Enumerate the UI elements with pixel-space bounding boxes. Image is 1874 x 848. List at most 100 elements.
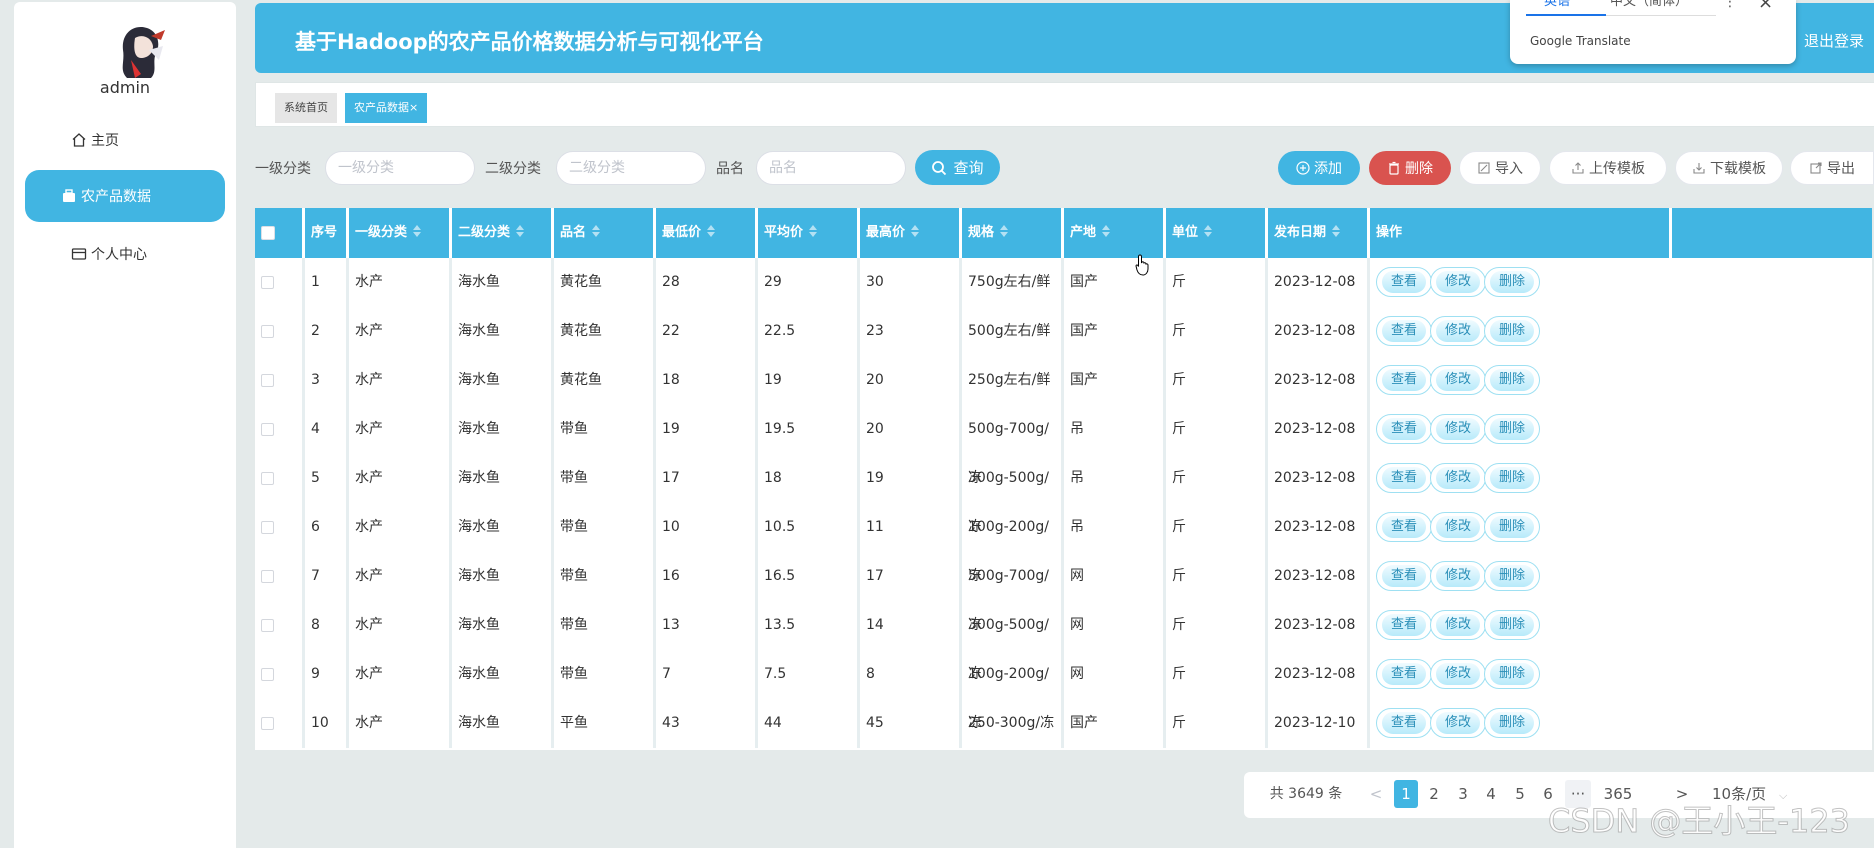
upload-template-button[interactable]: 上传模板	[1549, 151, 1667, 185]
remove-button-label: 删除	[1490, 712, 1534, 734]
translate-tab-source[interactable]: 英语	[1544, 0, 1570, 9]
table-cell: 带鱼	[554, 552, 656, 601]
remove-button[interactable]: 删除	[1484, 659, 1540, 689]
column-header[interactable]: 发布日期	[1268, 208, 1370, 258]
column-header[interactable]: 二级分类	[452, 208, 554, 258]
view-button[interactable]: 查看	[1376, 659, 1432, 689]
view-button[interactable]: 查看	[1376, 365, 1432, 395]
trash-icon	[1387, 161, 1401, 175]
row-checkbox[interactable]	[261, 276, 274, 289]
tab-products[interactable]: 农产品数据×	[345, 93, 428, 123]
import-button[interactable]: 导入	[1459, 151, 1541, 185]
remove-button[interactable]: 删除	[1484, 414, 1540, 444]
category2-input[interactable]	[556, 151, 706, 185]
table-row: 6 水产 海水鱼 带鱼 10 10.5 11 100g-200g/冻吊斤 2023-12-08 查…	[255, 503, 1872, 584]
sort-caret-icon[interactable]	[1332, 224, 1341, 237]
edit-button[interactable]: 修改	[1430, 414, 1486, 444]
edit-button[interactable]: 修改	[1430, 316, 1486, 346]
export-button[interactable]: 导出	[1790, 151, 1874, 185]
sort-caret-icon[interactable]	[516, 224, 525, 237]
row-checkbox[interactable]	[261, 619, 274, 632]
view-button[interactable]: 查看	[1376, 316, 1432, 346]
column-header[interactable]: 产地	[1064, 208, 1166, 258]
view-button[interactable]: 查看	[1376, 610, 1432, 640]
sort-caret-icon[interactable]	[809, 224, 818, 237]
sidebar-item-home[interactable]: 主页	[25, 114, 225, 166]
select-all-checkbox[interactable]	[261, 226, 275, 240]
sidebar-item-products[interactable]: 农产品数据	[25, 170, 225, 222]
view-button[interactable]: 查看	[1376, 463, 1432, 493]
row-select-cell	[255, 552, 305, 601]
sort-caret-icon[interactable]	[592, 224, 601, 237]
remove-button[interactable]: 删除	[1484, 561, 1540, 591]
view-button[interactable]: 查看	[1376, 414, 1432, 444]
row-checkbox[interactable]	[261, 423, 274, 436]
column-header[interactable]: 规格	[962, 208, 1064, 258]
column-header[interactable]: 平均价	[758, 208, 860, 258]
remove-button[interactable]: 删除	[1484, 267, 1540, 297]
edit-button[interactable]: 修改	[1430, 512, 1486, 542]
download-template-button[interactable]: 下载模板	[1675, 151, 1783, 185]
remove-button[interactable]: 删除	[1484, 610, 1540, 640]
column-header[interactable]: 最高价	[860, 208, 962, 258]
table-row: 2 水产 海水鱼 黄花鱼 22 22.5 23 500g左右/鲜 国产斤 2023-12-08 查看…	[255, 307, 1872, 356]
edit-button[interactable]: 修改	[1430, 610, 1486, 640]
edit-button[interactable]: 修改	[1430, 463, 1486, 493]
query-button[interactable]: 查询	[915, 150, 1000, 185]
column-header[interactable]: 单位	[1166, 208, 1268, 258]
page-button[interactable]: 1	[1394, 780, 1418, 808]
prev-page-button[interactable]: <	[1364, 780, 1388, 808]
page-button[interactable]: 4	[1479, 780, 1503, 808]
remove-button[interactable]: 删除	[1484, 463, 1540, 493]
edit-button[interactable]: 修改	[1430, 561, 1486, 591]
row-checkbox[interactable]	[261, 374, 274, 387]
sort-caret-icon[interactable]	[1204, 224, 1213, 237]
page-button[interactable]: 3	[1451, 780, 1475, 808]
column-header[interactable]: 最低价	[656, 208, 758, 258]
logout-link[interactable]: 退出登录	[1804, 30, 1864, 51]
row-select-cell	[255, 699, 305, 748]
view-button[interactable]: 查看	[1376, 708, 1432, 738]
remove-button[interactable]: 删除	[1484, 365, 1540, 395]
row-checkbox[interactable]	[261, 325, 274, 338]
row-checkbox[interactable]	[261, 521, 274, 534]
edit-button[interactable]: 修改	[1430, 365, 1486, 395]
page-button[interactable]: 2	[1422, 780, 1446, 808]
category1-input[interactable]	[325, 151, 475, 185]
close-icon[interactable]: ×	[1758, 0, 1773, 13]
edit-button[interactable]: 修改	[1430, 659, 1486, 689]
view-button[interactable]: 查看	[1376, 561, 1432, 591]
product-name-input[interactable]	[756, 151, 906, 185]
view-button-label: 查看	[1382, 467, 1426, 489]
row-checkbox[interactable]	[261, 570, 274, 583]
column-header[interactable]: 一级分类	[349, 208, 452, 258]
tab-close-icon[interactable]: ×	[409, 101, 418, 114]
edit-button[interactable]: 修改	[1430, 708, 1486, 738]
edit-button[interactable]: 修改	[1430, 267, 1486, 297]
table-cell: 国产	[1064, 699, 1166, 748]
row-checkbox[interactable]	[261, 472, 274, 485]
page-button[interactable]: 5	[1508, 780, 1532, 808]
add-button[interactable]: 添加	[1278, 151, 1360, 185]
sort-caret-icon[interactable]	[1000, 224, 1009, 237]
more-options-icon[interactable]: ⋮	[1723, 0, 1737, 10]
sort-caret-icon[interactable]	[1102, 224, 1111, 237]
remove-button[interactable]: 删除	[1484, 512, 1540, 542]
sort-caret-icon[interactable]	[911, 224, 920, 237]
add-button-label: 添加	[1314, 161, 1342, 177]
column-header[interactable]: 品名	[554, 208, 656, 258]
view-button[interactable]: 查看	[1376, 512, 1432, 542]
translate-tab-target[interactable]: 中文（简体）	[1610, 0, 1688, 9]
actions-cell: 查看 修改 删除	[1370, 650, 1672, 699]
delete-button[interactable]: 删除	[1369, 151, 1451, 185]
row-checkbox[interactable]	[261, 717, 274, 730]
tab-home[interactable]: 系统首页	[275, 93, 337, 123]
sort-caret-icon[interactable]	[707, 224, 716, 237]
category1-label: 一级分类	[255, 161, 311, 177]
remove-button[interactable]: 删除	[1484, 316, 1540, 346]
view-button[interactable]: 查看	[1376, 267, 1432, 297]
sort-caret-icon[interactable]	[413, 224, 422, 237]
row-checkbox[interactable]	[261, 668, 274, 681]
remove-button[interactable]: 删除	[1484, 708, 1540, 738]
sidebar-item-profile[interactable]: 个人中心	[25, 228, 225, 280]
